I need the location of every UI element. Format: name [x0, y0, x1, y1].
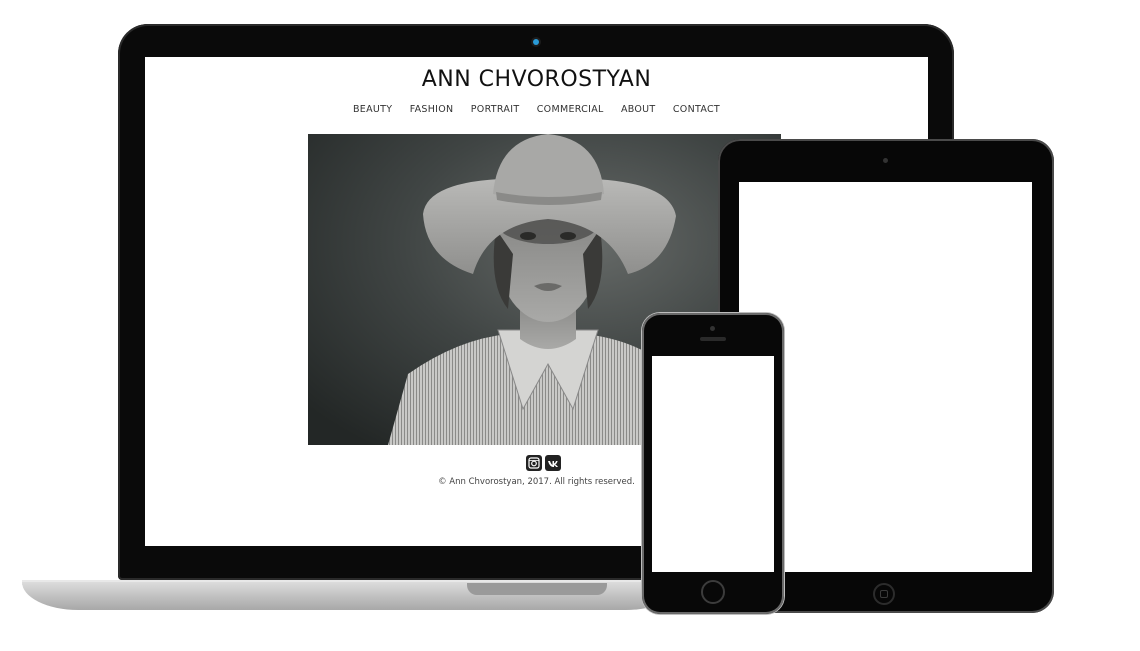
laptop-opening-notch — [467, 583, 607, 595]
nav-item-commercial[interactable]: COMMERCIAL — [537, 104, 604, 115]
tablet-camera — [883, 158, 888, 163]
nav-item-about[interactable]: ABOUT — [621, 104, 656, 115]
vk-glyph — [548, 461, 558, 467]
nav-item-beauty[interactable]: BEAUTY — [353, 104, 392, 115]
tablet-home-square-icon — [880, 590, 888, 598]
phone-speaker — [700, 337, 726, 341]
vk-icon[interactable] — [545, 455, 561, 471]
laptop-camera — [533, 39, 539, 45]
site-nav: BEAUTY FASHION PORTRAIT COMMERCIAL ABOUT… — [145, 104, 928, 115]
social-links — [526, 455, 562, 471]
nav-item-contact[interactable]: CONTACT — [673, 104, 720, 115]
nav-item-fashion[interactable]: FASHION — [410, 104, 454, 115]
instagram-icon[interactable] — [526, 455, 542, 471]
nav-item-portrait[interactable]: PORTRAIT — [471, 104, 520, 115]
phone-camera — [710, 326, 715, 331]
instagram-glyph — [528, 457, 540, 469]
phone-screen — [652, 356, 774, 572]
phone-home-button[interactable] — [701, 580, 725, 604]
site-title: ANN CHVOROSTYAN — [421, 67, 652, 92]
